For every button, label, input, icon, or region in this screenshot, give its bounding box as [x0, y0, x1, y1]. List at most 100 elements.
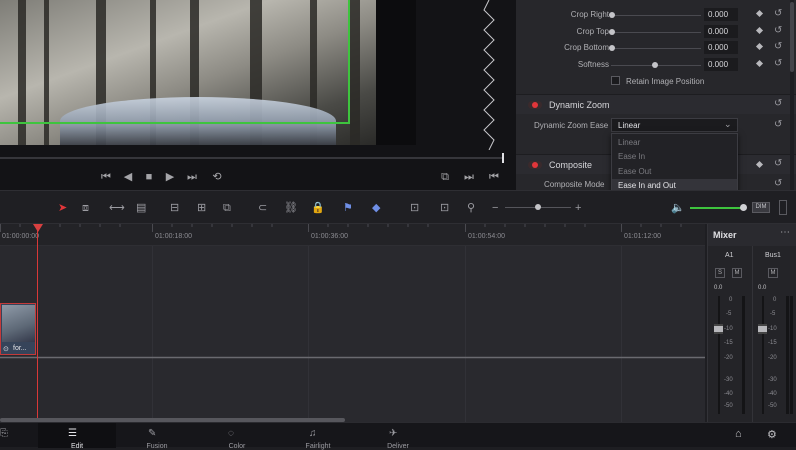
inspector-scrollbar[interactable]	[790, 0, 794, 190]
timeline-ruler[interactable]: 01:00:00:00 01:00:18:00 01:00:36:00 01:0…	[0, 224, 705, 246]
reverse-icon[interactable]: ◀	[121, 170, 135, 184]
play-icon[interactable]: ▶	[163, 170, 177, 184]
db-scale-label: -15	[724, 340, 733, 346]
timeline-tracks[interactable]	[0, 246, 705, 422]
video-clip[interactable]: ⊙ for...	[0, 303, 36, 355]
crop-top-slider[interactable]	[611, 32, 701, 33]
more-options-icon[interactable]: ⋯	[780, 227, 790, 238]
a1-solo-button[interactable]: S	[715, 268, 725, 278]
stop-icon[interactable]: ■	[142, 170, 156, 184]
zoom-custom-icon[interactable]: ⚲	[467, 201, 475, 215]
reset-icon[interactable]: ↺	[774, 98, 782, 109]
playhead[interactable]	[37, 224, 38, 420]
dynamic-zoom-header[interactable]: Dynamic Zoom ↺	[516, 94, 796, 114]
page-tab-deliver[interactable]: ✈ Deliver	[359, 423, 437, 450]
next-edit-icon[interactable]: ⏭	[462, 170, 476, 184]
crop-right-slider-handle[interactable]	[609, 12, 615, 18]
snapping-icon[interactable]: ⊂	[258, 201, 267, 215]
previous-edit-icon[interactable]: ⏮	[487, 170, 501, 184]
a1-level: 0.0	[714, 285, 723, 291]
page-tab-fairlight[interactable]: ♫ Fairlight	[279, 423, 357, 450]
page-tab-edit[interactable]: ☰ Edit	[38, 423, 116, 450]
crop-bottom-slider[interactable]	[611, 48, 701, 49]
keyframe-icon[interactable]	[755, 9, 764, 18]
zoom-slider-handle[interactable]	[535, 204, 541, 210]
bus1-fader-handle[interactable]	[758, 324, 767, 334]
reset-icon[interactable]: ↺	[774, 178, 782, 189]
bus1-mute-button[interactable]: M	[768, 268, 778, 278]
db-scale-label: -50	[724, 403, 733, 409]
jump-to-end-icon[interactable]: ⏭	[185, 170, 199, 184]
marker-icon[interactable]: ◆	[372, 201, 380, 215]
bus1-level: 0.0	[758, 285, 767, 291]
keyframe-icon[interactable]	[755, 26, 764, 35]
ease-dropdown-list: Linear Ease In Ease Out Ease In and Out	[611, 133, 738, 195]
softness-slider-handle[interactable]	[652, 62, 658, 68]
softness-field[interactable]: 0.000	[704, 58, 738, 71]
match-frame-icon[interactable]: ⧉	[438, 170, 452, 184]
reset-icon[interactable]: ↺	[774, 8, 782, 19]
keyframe-icon[interactable]	[755, 59, 764, 68]
dynamic-trim-icon[interactable]: ⟷	[109, 201, 125, 215]
reset-icon[interactable]: ↺	[774, 158, 782, 169]
media-page-icon[interactable]: ⎘	[0, 428, 8, 439]
link-icon[interactable]: ⛓	[284, 201, 298, 215]
zoom-full-icon[interactable]: ⊡	[410, 201, 419, 215]
dim-button[interactable]: DIM	[752, 202, 770, 213]
monitor-volume-handle[interactable]	[740, 204, 747, 211]
crop-top-slider-handle[interactable]	[609, 29, 615, 35]
reset-icon[interactable]: ↺	[774, 25, 782, 36]
selection-tool-icon[interactable]: ➤	[58, 201, 67, 215]
overwrite-clip-icon[interactable]: ⊞	[197, 201, 206, 215]
dynamic-zoom-box[interactable]	[0, 0, 350, 124]
ease-option-ease-in[interactable]: Ease In	[612, 150, 737, 164]
dynamic-zoom-ease-select[interactable]: Linear ⌄	[611, 118, 738, 132]
bus1-fader-track[interactable]	[762, 296, 764, 414]
page-tab-fusion[interactable]: ✎ Fusion	[118, 423, 196, 450]
reset-icon[interactable]: ↺	[774, 41, 782, 52]
page-tab-color[interactable]: ◌ Color	[198, 423, 276, 450]
a1-fader-handle[interactable]	[714, 324, 723, 334]
a1-fader-track[interactable]	[718, 296, 720, 414]
flag-icon[interactable]: ⚑	[343, 201, 353, 215]
reset-icon[interactable]: ↺	[774, 58, 782, 69]
retain-image-checkbox[interactable]	[611, 76, 620, 85]
db-scale-label: 0	[773, 297, 777, 303]
composite-toggle[interactable]	[528, 161, 542, 169]
db-scale-label: -40	[724, 391, 733, 397]
keyframe-icon[interactable]	[755, 160, 764, 169]
monitor-volume-slider[interactable]	[690, 207, 744, 209]
crop-right-slider[interactable]	[611, 15, 701, 16]
keyframe-icon[interactable]	[755, 42, 764, 51]
insert-clip-icon[interactable]: ⊟	[170, 201, 179, 215]
blade-tool-icon[interactable]: ▤	[136, 201, 146, 215]
settings-gear-icon[interactable]: ⚙	[767, 428, 777, 441]
crop-top-field[interactable]: 0.000	[704, 25, 738, 38]
crop-bottom-field[interactable]: 0.000	[704, 41, 738, 54]
deliver-icon: ✈	[389, 428, 398, 439]
zoom-detail-icon[interactable]: ⊡	[440, 201, 449, 215]
retain-image-label: Retain Image Position	[626, 77, 705, 86]
bus1-meter	[786, 296, 789, 414]
trim-tool-icon[interactable]: ⧈	[82, 201, 89, 215]
replace-clip-icon[interactable]: ⧉	[223, 201, 231, 215]
a1-mute-button[interactable]: M	[732, 268, 742, 278]
dynamic-zoom-toggle[interactable]	[528, 101, 542, 109]
crop-bottom-slider-handle[interactable]	[609, 45, 615, 51]
viewer-scrubber[interactable]	[0, 150, 516, 166]
meter-toggle-icon[interactable]	[779, 200, 787, 215]
crop-right-field[interactable]: 0.000	[704, 8, 738, 21]
lock-icon[interactable]: 🔒	[311, 201, 325, 215]
zoom-out-icon[interactable]: −	[492, 201, 498, 215]
zoom-in-icon[interactable]: +	[575, 201, 581, 215]
ease-option-linear[interactable]: Linear	[612, 136, 737, 150]
jump-to-start-icon[interactable]: ⏮	[99, 170, 113, 184]
reset-icon[interactable]: ↺	[774, 119, 782, 130]
home-icon[interactable]: ⌂	[735, 428, 742, 440]
edit-icon: ☰	[68, 428, 77, 439]
db-scale-label: -20	[724, 355, 733, 361]
ease-option-ease-out[interactable]: Ease Out	[612, 165, 737, 179]
volume-icon[interactable]: 🔈	[671, 201, 685, 215]
loop-icon[interactable]: ⟲	[210, 170, 224, 184]
playhead-handle[interactable]	[33, 224, 43, 232]
